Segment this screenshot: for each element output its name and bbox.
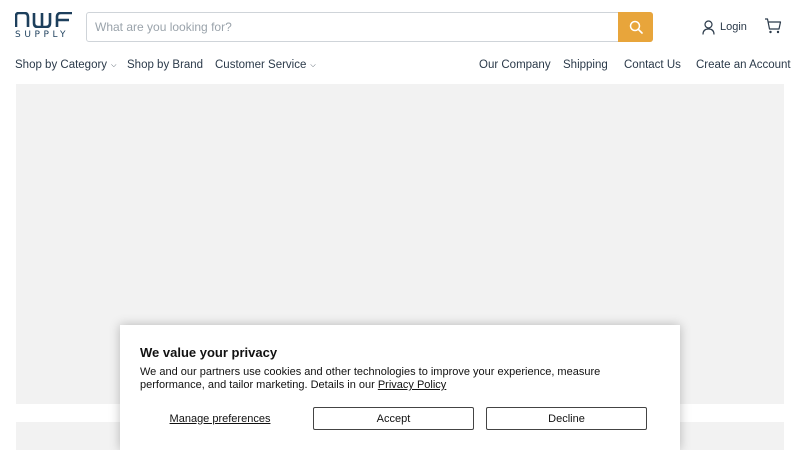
nav-label: Shop by Category — [15, 59, 108, 71]
login-link[interactable]: Login — [702, 18, 747, 36]
search-button[interactable] — [618, 12, 653, 42]
nav-label: Create an Account — [696, 59, 791, 71]
user-icon — [702, 19, 715, 35]
main-navigation: Shop by Category ⌵ Shop by Brand Customer… — [0, 56, 800, 76]
consent-body-text: We and our partners use cookies and othe… — [140, 366, 601, 391]
cookie-consent-dialog: We value your privacy We and our partner… — [120, 325, 680, 450]
nav-contact-us[interactable]: Contact Us — [624, 59, 681, 71]
cart-icon — [765, 18, 782, 34]
manage-preferences-button[interactable]: Manage preferences — [140, 407, 300, 430]
cart-button[interactable] — [764, 17, 782, 35]
logo-subtext: SUPPLY — [15, 30, 70, 40]
logo-mark — [15, 12, 72, 28]
nav-create-account[interactable]: Create an Account — [696, 59, 791, 71]
nav-our-company[interactable]: Our Company — [479, 59, 551, 71]
nav-shop-by-brand[interactable]: Shop by Brand — [127, 59, 203, 71]
nav-label: Customer Service — [215, 59, 307, 71]
nav-label: Shipping — [563, 59, 608, 71]
privacy-policy-link[interactable]: Privacy Policy — [378, 379, 446, 391]
chevron-down-icon: ⌵ — [310, 62, 316, 69]
search-bar — [86, 12, 653, 42]
nav-label: Contact Us — [624, 59, 681, 71]
consent-body: We and our partners use cookies and othe… — [140, 366, 662, 392]
site-header: SUPPLY Login — [0, 0, 800, 52]
nav-shipping[interactable]: Shipping — [563, 59, 608, 71]
nav-customer-service[interactable]: Customer Service ⌵ — [215, 59, 316, 71]
accept-button[interactable]: Accept — [313, 407, 474, 430]
chevron-down-icon: ⌵ — [111, 62, 117, 69]
consent-title: We value your privacy — [140, 345, 278, 360]
nav-label: Shop by Brand — [127, 59, 204, 71]
nav-shop-by-category[interactable]: Shop by Category ⌵ — [15, 59, 116, 71]
site-logo[interactable]: SUPPLY — [15, 12, 73, 40]
decline-button[interactable]: Decline — [486, 407, 647, 430]
search-input[interactable] — [87, 13, 619, 41]
nav-label: Our Company — [479, 59, 551, 71]
login-label: Login — [720, 21, 747, 33]
search-icon — [629, 20, 643, 34]
